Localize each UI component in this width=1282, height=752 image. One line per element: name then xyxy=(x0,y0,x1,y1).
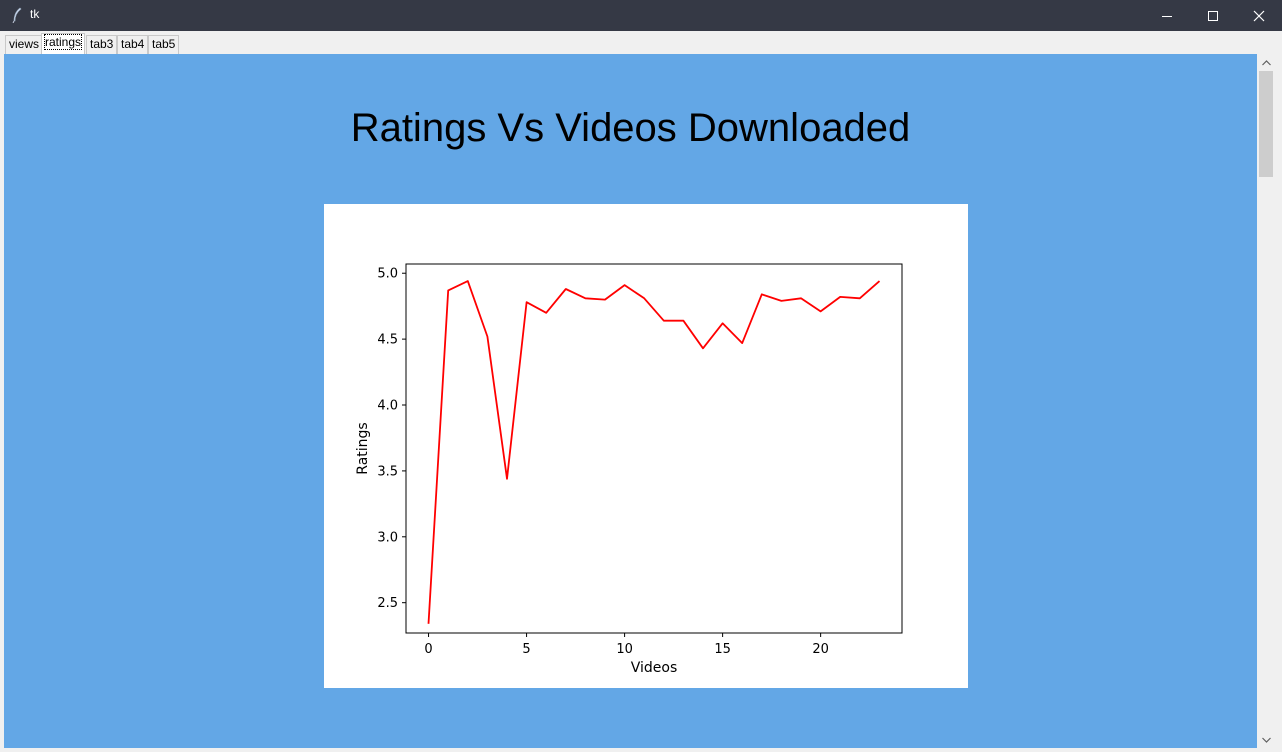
y-tick-label: 4.5 xyxy=(377,333,398,348)
data-point xyxy=(702,347,704,349)
data-point xyxy=(506,478,508,480)
series-line xyxy=(427,280,881,624)
tab-views[interactable]: views xyxy=(5,35,44,54)
minimize-button[interactable] xyxy=(1144,0,1190,31)
x-axis-label: Videos xyxy=(631,660,678,676)
data-point xyxy=(780,300,782,302)
data-point xyxy=(525,301,527,303)
data-point xyxy=(427,623,429,625)
tab-content-panel: Ratings Vs Videos Downloaded 0 5 10 15 20 2.5… xyxy=(4,54,1257,748)
data-point xyxy=(545,312,547,314)
chevron-up-icon xyxy=(1261,59,1271,65)
x-tick-label: 0 xyxy=(424,642,432,657)
x-tick-label: 10 xyxy=(616,642,633,657)
data-point xyxy=(623,284,625,286)
close-button[interactable] xyxy=(1236,0,1282,31)
scroll-down-button[interactable] xyxy=(1257,731,1275,748)
data-point xyxy=(604,298,606,300)
chevron-down-icon xyxy=(1261,737,1271,743)
data-point xyxy=(839,296,841,298)
data-point xyxy=(859,297,861,299)
maximize-icon xyxy=(1208,10,1218,21)
data-point xyxy=(486,335,488,337)
close-icon xyxy=(1253,10,1265,21)
scroll-thumb[interactable] xyxy=(1259,71,1273,177)
maximize-button[interactable] xyxy=(1190,0,1236,31)
minimize-icon xyxy=(1162,15,1172,17)
vertical-scrollbar[interactable] xyxy=(1257,54,1275,748)
notebook-tabs: views ratings tab3 tab4 tab5 xyxy=(0,31,1282,54)
y-axis-label: Ratings xyxy=(355,422,371,474)
y-tick-label: 3.0 xyxy=(377,530,398,545)
data-point xyxy=(721,322,723,324)
tab-label: tab3 xyxy=(90,37,114,51)
data-point xyxy=(878,280,880,282)
tab-label: tab4 xyxy=(121,37,145,51)
tab-ratings[interactable]: ratings xyxy=(41,33,86,54)
feather-icon xyxy=(12,7,22,24)
window-title: tk xyxy=(30,7,40,21)
data-point xyxy=(663,319,665,321)
page-title: Ratings Vs Videos Downloaded xyxy=(350,106,911,150)
data-point xyxy=(584,297,586,299)
tab-label: ratings xyxy=(43,34,83,50)
data-point xyxy=(467,280,469,282)
data-point xyxy=(565,288,567,290)
x-tick-label: 15 xyxy=(714,642,731,657)
data-point xyxy=(643,297,645,299)
tab-tab3[interactable]: tab3 xyxy=(86,35,118,54)
data-point xyxy=(741,342,743,344)
x-tick-label: 20 xyxy=(812,642,829,657)
data-point xyxy=(761,293,763,295)
x-tick-label: 5 xyxy=(522,642,530,657)
y-tick-label: 3.5 xyxy=(377,464,398,479)
data-point xyxy=(682,319,684,321)
line-chart: 0 5 10 15 20 2.5 3.0 3.5 4.0 4.5 5.0 Videos Ratings xyxy=(355,263,903,676)
y-tick-label: 2.5 xyxy=(377,596,398,611)
tab-label: views xyxy=(9,37,40,51)
y-tick-label: 4.0 xyxy=(377,399,398,414)
plot-canvas: 0 5 10 15 20 2.5 3.0 3.5 4.0 4.5 5.0 Videos Ratings xyxy=(324,204,968,688)
window-border-bottom xyxy=(0,748,1282,752)
data-point xyxy=(800,297,802,299)
y-tick-label: 5.0 xyxy=(377,267,398,282)
tab-tab4[interactable]: tab4 xyxy=(117,35,149,54)
data-point xyxy=(447,289,449,291)
tab-label: tab5 xyxy=(152,37,176,51)
scroll-up-button[interactable] xyxy=(1257,54,1275,71)
window-border-right xyxy=(1275,54,1282,752)
data-point xyxy=(819,310,821,312)
title-bar: tk xyxy=(0,0,1282,31)
tab-tab5[interactable]: tab5 xyxy=(148,35,180,54)
